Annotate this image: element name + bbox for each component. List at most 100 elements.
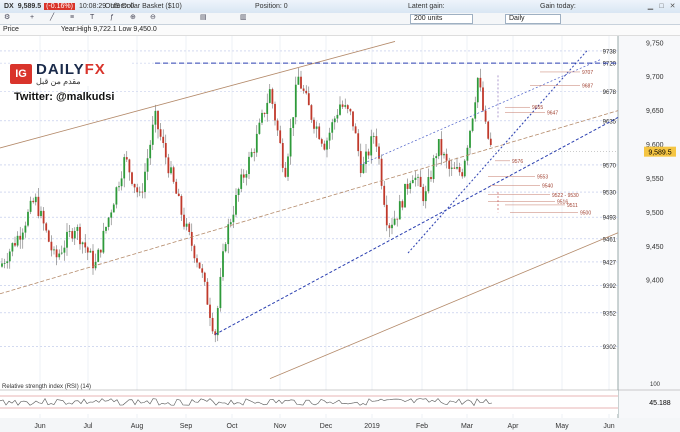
- candle-body: [6, 261, 9, 264]
- candle-body: [242, 174, 245, 178]
- candle-body: [138, 191, 141, 193]
- candle-body: [235, 195, 237, 215]
- level-tick-label: 9302: [603, 345, 617, 351]
- candle-body: [201, 268, 204, 273]
- x-tick-label: Feb: [416, 423, 428, 430]
- price-scale-label: 9,500: [646, 210, 664, 217]
- candle-body: [276, 120, 279, 131]
- candle-body: [357, 133, 360, 152]
- candle-body: [141, 191, 144, 193]
- candle-body: [388, 225, 391, 229]
- candle-body: [229, 222, 232, 225]
- candle-body: [274, 103, 276, 121]
- current-price-label: 9,589.5: [648, 150, 671, 157]
- rsi-label: Relative strength index (RSI) (14): [2, 384, 92, 390]
- candle-body: [97, 249, 100, 262]
- candle-body: [383, 185, 386, 205]
- candle-body: [32, 200, 35, 203]
- candle-body: [406, 183, 409, 189]
- candle-body: [375, 136, 378, 147]
- projection-level-label: 9687: [582, 84, 593, 90]
- candle-body: [354, 126, 357, 134]
- candle-body: [331, 122, 334, 133]
- candle-body: [404, 183, 406, 208]
- level-tick-label: 9427: [603, 260, 617, 266]
- candle-body: [219, 276, 222, 309]
- x-tick-label: Nov: [274, 423, 287, 430]
- rsi-axis-top-label: 100: [650, 382, 661, 388]
- candle-body: [261, 112, 263, 123]
- candle-body: [42, 210, 45, 224]
- candle-body: [391, 224, 393, 229]
- x-tick-label: Mar: [461, 423, 474, 430]
- candle-body: [482, 87, 484, 111]
- candle-body: [365, 151, 367, 165]
- candle-body: [352, 111, 354, 127]
- candle-body: [287, 156, 289, 177]
- price-scale-label: 9,700: [646, 74, 664, 81]
- candle-body: [237, 188, 240, 196]
- candle-body: [206, 281, 209, 305]
- candle-body: [479, 77, 482, 88]
- projection-level-label: 9540: [542, 183, 553, 189]
- candle-body: [302, 88, 305, 91]
- candle-body: [99, 249, 102, 253]
- candle-body: [29, 200, 32, 212]
- candle-body: [190, 231, 193, 246]
- candle-body: [63, 247, 66, 253]
- x-tick-label: Aug: [131, 423, 144, 430]
- candle-body: [24, 225, 27, 233]
- candle-body: [92, 250, 94, 269]
- candle-body: [3, 263, 6, 264]
- candle-body: [193, 245, 196, 259]
- candle-body: [489, 138, 492, 146]
- candle-body: [76, 226, 79, 231]
- candle-body: [458, 167, 461, 173]
- candle-body: [245, 174, 248, 178]
- candle-body: [154, 110, 157, 125]
- candle-body: [11, 243, 14, 252]
- candle-body: [185, 223, 188, 227]
- dailyfx-wordmark: DAILYFX مقدم من قبل: [36, 62, 106, 86]
- candle-body: [120, 178, 123, 187]
- candle-body: [157, 110, 159, 130]
- candle-body: [198, 262, 201, 269]
- x-tick-label: Apr: [508, 423, 520, 430]
- candle-body: [297, 76, 300, 85]
- projection-level-label: 9707: [582, 70, 593, 76]
- level-tick-label: 9570: [603, 163, 617, 169]
- candle-body: [81, 242, 84, 245]
- projection-level-label: 9655: [532, 105, 543, 111]
- candle-body: [19, 235, 22, 240]
- candle-body: [292, 117, 295, 128]
- candle-body: [240, 174, 243, 189]
- candle-body: [339, 104, 341, 115]
- candle-body: [71, 231, 74, 239]
- candle-body: [180, 196, 183, 215]
- candle-body: [448, 160, 451, 169]
- candle-body: [349, 108, 352, 112]
- candle-body: [8, 251, 11, 262]
- candle-body: [440, 139, 443, 156]
- candle-body: [372, 136, 375, 137]
- candle-body: [133, 183, 136, 188]
- candle-body: [162, 136, 165, 144]
- price-axis-panel: [618, 36, 680, 432]
- projection-level-label: 9576: [512, 159, 523, 165]
- candle-body: [222, 251, 224, 277]
- candle-body: [175, 181, 178, 194]
- candle-body: [183, 214, 185, 227]
- candle-body: [102, 230, 105, 253]
- x-tick-label: Jul: [84, 423, 93, 430]
- candle-body: [307, 93, 310, 106]
- candle-body: [443, 153, 445, 156]
- level-tick-label: 9738: [603, 49, 617, 55]
- projection-level-label: 9500: [580, 210, 591, 216]
- candle-body: [336, 114, 339, 119]
- candle-body: [250, 151, 253, 157]
- candle-body: [47, 230, 50, 242]
- candle-body: [279, 130, 282, 144]
- candle-body: [216, 308, 219, 336]
- candle-body: [474, 102, 477, 119]
- x-tick-label: Oct: [227, 423, 238, 430]
